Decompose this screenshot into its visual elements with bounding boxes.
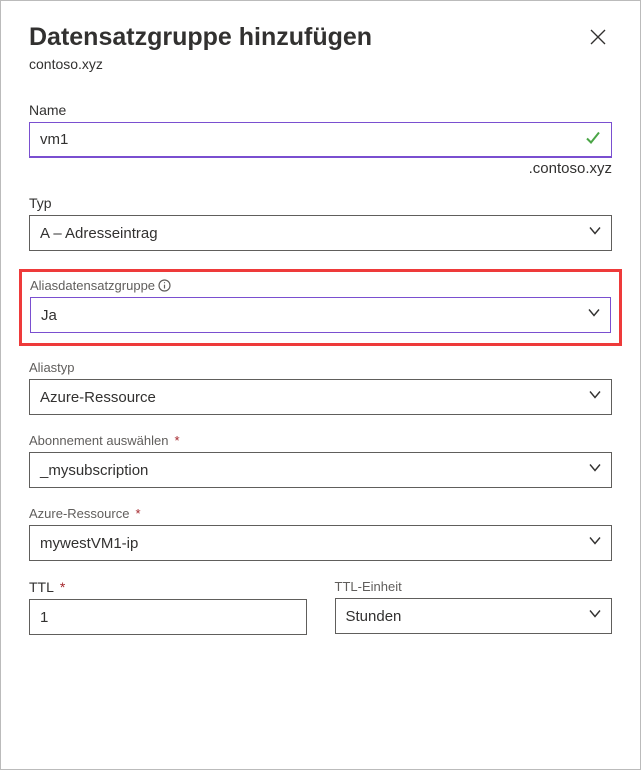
alias-group-label: Aliasdatensatzgruppe	[30, 278, 155, 293]
ttl-input[interactable]	[29, 599, 307, 635]
form: Name .contoso.xyz Typ A – Adresseintrag	[29, 102, 612, 635]
alias-highlight: Aliasdatensatzgruppe Ja	[19, 269, 622, 346]
required-indicator: *	[175, 433, 180, 448]
ttl-row: TTL * TTL-Einheit Stunden	[29, 579, 612, 635]
alias-type-label: Aliastyp	[29, 360, 612, 375]
ttl-unit-value: Stunden	[346, 608, 402, 625]
type-label: Typ	[29, 195, 612, 211]
subscription-label: Abonnement auswählen	[29, 433, 169, 448]
field-resource: Azure-Ressource * mywestVM1-ip	[29, 506, 612, 561]
subscription-value: _mysubscription	[40, 462, 148, 479]
resource-select[interactable]: mywestVM1-ip	[29, 525, 612, 561]
close-icon	[588, 35, 608, 50]
field-ttl: TTL *	[29, 579, 307, 635]
field-type: Typ A – Adresseintrag	[29, 195, 612, 251]
alias-type-value: Azure-Ressource	[40, 389, 156, 406]
field-alias-type: Aliastyp Azure-Ressource	[29, 360, 612, 415]
resource-label: Azure-Ressource	[29, 506, 129, 521]
type-select[interactable]: A – Adresseintrag	[29, 215, 612, 251]
add-recordset-panel: Datensatzgruppe hinzufügen contoso.xyz N…	[0, 0, 641, 770]
panel-subtitle: contoso.xyz	[29, 56, 612, 72]
resource-value: mywestVM1-ip	[40, 535, 138, 552]
name-label: Name	[29, 102, 612, 118]
alias-group-label-row: Aliasdatensatzgruppe	[30, 278, 611, 293]
subscription-label-row: Abonnement auswählen *	[29, 433, 612, 448]
field-subscription: Abonnement auswählen * _mysubscription	[29, 433, 612, 488]
ttl-unit-select[interactable]: Stunden	[335, 598, 613, 634]
field-name: Name .contoso.xyz	[29, 102, 612, 177]
ttl-label-row: TTL *	[29, 579, 307, 595]
panel-header: Datensatzgruppe hinzufügen	[29, 23, 612, 54]
required-indicator: *	[135, 506, 140, 521]
name-suffix: .contoso.xyz	[29, 160, 612, 177]
panel-title: Datensatzgruppe hinzufügen	[29, 23, 372, 52]
field-ttl-unit: TTL-Einheit Stunden	[335, 579, 613, 635]
close-button[interactable]	[584, 23, 612, 54]
ttl-unit-label: TTL-Einheit	[335, 579, 613, 594]
subscription-select[interactable]: _mysubscription	[29, 452, 612, 488]
alias-group-value: Ja	[41, 307, 57, 324]
type-value: A – Adresseintrag	[40, 225, 158, 242]
name-input[interactable]	[29, 122, 612, 158]
field-alias-group: Aliasdatensatzgruppe Ja	[30, 278, 611, 333]
resource-label-row: Azure-Ressource *	[29, 506, 612, 521]
alias-group-select[interactable]: Ja	[30, 297, 611, 333]
info-icon[interactable]	[158, 279, 171, 292]
ttl-label: TTL	[29, 579, 54, 595]
required-indicator: *	[60, 579, 65, 595]
alias-type-select[interactable]: Azure-Ressource	[29, 379, 612, 415]
